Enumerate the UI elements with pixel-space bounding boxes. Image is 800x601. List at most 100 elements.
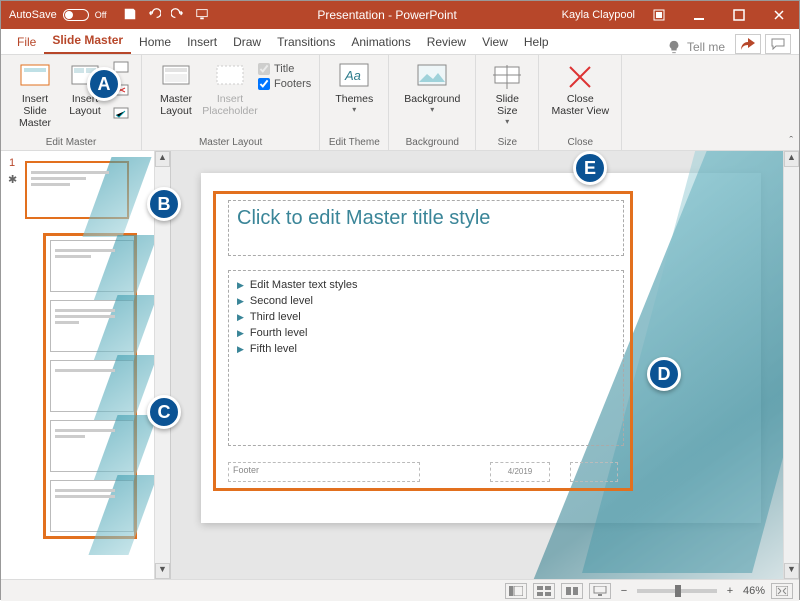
animation-indicator-icon: ✱ bbox=[8, 173, 17, 186]
thumbnails-panel: 1 ✱ ▲ ▼ bbox=[1, 151, 171, 579]
group-label: Edit Theme bbox=[328, 137, 380, 148]
reading-view-icon[interactable] bbox=[561, 583, 583, 599]
scroll-up-icon[interactable]: ▲ bbox=[155, 151, 170, 167]
save-icon[interactable] bbox=[123, 7, 137, 24]
slide-master-icon bbox=[19, 61, 51, 93]
body-placeholder[interactable]: Edit Master text styles Second level Thi… bbox=[228, 270, 624, 446]
ribbon: Insert Slide Master Insert Layout Edit M… bbox=[1, 55, 799, 151]
tab-help[interactable]: Help bbox=[516, 30, 557, 54]
minimize-icon[interactable] bbox=[679, 1, 719, 29]
insert-slide-master-button[interactable]: Insert Slide Master bbox=[9, 59, 61, 129]
slide-number: 1 bbox=[9, 157, 15, 169]
collapse-ribbon-icon[interactable]: ˆ bbox=[789, 135, 793, 147]
fit-to-window-icon[interactable] bbox=[771, 583, 793, 599]
group-label: Edit Master bbox=[9, 137, 133, 148]
tab-home[interactable]: Home bbox=[131, 30, 179, 54]
close-master-view-button[interactable]: Close Master View bbox=[547, 59, 613, 117]
scroll-down-icon[interactable]: ▼ bbox=[155, 563, 170, 579]
tab-insert[interactable]: Insert bbox=[179, 30, 225, 54]
themes-icon: Aa bbox=[338, 61, 370, 93]
zoom-out-button[interactable]: − bbox=[617, 585, 631, 597]
callout-badge-b: B bbox=[147, 187, 181, 221]
group-label: Size bbox=[484, 137, 530, 148]
quick-access-toolbar bbox=[115, 7, 217, 24]
close-master-icon bbox=[564, 61, 596, 93]
user-name[interactable]: Kayla Claypool bbox=[558, 9, 639, 21]
tab-file[interactable]: File bbox=[9, 30, 44, 54]
comments-button[interactable] bbox=[765, 34, 791, 54]
tab-transitions[interactable]: Transitions bbox=[269, 30, 343, 54]
callout-badge-c: C bbox=[147, 395, 181, 429]
placeholder-icon bbox=[214, 61, 246, 93]
autosave-toggle[interactable]: AutoSave Off bbox=[1, 9, 115, 21]
tab-slide-master[interactable]: Slide Master bbox=[44, 28, 131, 54]
slide-size-icon bbox=[491, 61, 523, 93]
workspace: 1 ✱ ▲ ▼ bbox=[1, 151, 799, 579]
share-button[interactable] bbox=[735, 34, 761, 54]
slide-sorter-view-icon[interactable] bbox=[533, 583, 555, 599]
zoom-percent[interactable]: 46% bbox=[743, 585, 765, 597]
layout-thumbnail[interactable] bbox=[50, 480, 134, 532]
ribbon-options-icon[interactable] bbox=[639, 1, 679, 29]
title-placeholder[interactable]: Click to edit Master title style bbox=[228, 200, 624, 256]
ribbon-tabs: File Slide Master Home Insert Draw Trans… bbox=[1, 29, 799, 55]
master-layout-button[interactable]: Master Layout bbox=[150, 59, 202, 117]
master-thumbnail[interactable] bbox=[25, 161, 129, 219]
background-button[interactable]: Background ▾ bbox=[397, 59, 467, 114]
group-background: Background ▾ Background bbox=[389, 55, 476, 150]
layout-thumbnails-group bbox=[43, 233, 137, 539]
chevron-down-icon: ▾ bbox=[352, 105, 356, 114]
group-size: Slide Size ▾ Size bbox=[476, 55, 539, 150]
group-master-layout: Master Layout Insert Placeholder Title F… bbox=[142, 55, 320, 150]
maximize-icon[interactable] bbox=[719, 1, 759, 29]
status-bar: − + 46% bbox=[1, 579, 799, 601]
layout-thumbnail[interactable] bbox=[50, 360, 134, 412]
zoom-slider[interactable] bbox=[637, 589, 717, 593]
undo-icon[interactable] bbox=[147, 7, 161, 24]
redo-icon[interactable] bbox=[171, 7, 185, 24]
themes-button[interactable]: Aa Themes ▾ bbox=[328, 59, 380, 114]
toggle-icon bbox=[63, 9, 89, 21]
group-edit-master: Insert Slide Master Insert Layout Edit M… bbox=[1, 55, 142, 150]
slide-size-button[interactable]: Slide Size ▾ bbox=[484, 59, 530, 126]
preserve-icon[interactable] bbox=[113, 107, 131, 128]
close-icon[interactable] bbox=[759, 1, 799, 29]
group-edit-theme: Aa Themes ▾ Edit Theme bbox=[320, 55, 389, 150]
canvas-scrollbar[interactable]: ▲ ▼ bbox=[783, 151, 799, 579]
callout-badge-e: E bbox=[573, 151, 607, 185]
group-close: Close Master View Close bbox=[539, 55, 622, 150]
date-placeholder[interactable]: 4/2019 bbox=[490, 462, 550, 482]
chevron-down-icon: ▾ bbox=[430, 105, 434, 114]
slide-canvas-area: Click to edit Master title style Edit Ma… bbox=[171, 151, 799, 579]
content-selection-frame: Click to edit Master title style Edit Ma… bbox=[213, 191, 633, 491]
callout-badge-a: A bbox=[87, 67, 121, 101]
slide-master-canvas[interactable]: Click to edit Master title style Edit Ma… bbox=[201, 173, 761, 523]
group-label: Master Layout bbox=[150, 137, 311, 148]
layout-thumbnail[interactable] bbox=[50, 420, 134, 472]
footer-placeholder[interactable]: Footer bbox=[228, 462, 420, 482]
normal-view-icon[interactable] bbox=[505, 583, 527, 599]
tab-animations[interactable]: Animations bbox=[343, 30, 418, 54]
tab-review[interactable]: Review bbox=[419, 30, 474, 54]
group-label: Background bbox=[397, 137, 467, 148]
layout-thumbnail[interactable] bbox=[50, 240, 134, 292]
tab-draw[interactable]: Draw bbox=[225, 30, 269, 54]
footers-checkbox[interactable]: Footers bbox=[258, 78, 311, 90]
scroll-up-icon[interactable]: ▲ bbox=[784, 151, 799, 167]
zoom-in-button[interactable]: + bbox=[723, 585, 737, 597]
tab-view[interactable]: View bbox=[474, 30, 516, 54]
slideshow-view-icon[interactable] bbox=[589, 583, 611, 599]
svg-text:Aa: Aa bbox=[344, 68, 361, 83]
title-checkbox[interactable]: Title bbox=[258, 63, 311, 75]
autosave-state: Off bbox=[95, 10, 107, 20]
group-label: Close bbox=[547, 137, 613, 148]
window-controls bbox=[639, 1, 799, 29]
layout-thumbnail[interactable] bbox=[50, 300, 134, 352]
window-title: Presentation - PowerPoint bbox=[217, 8, 558, 22]
tell-me-search[interactable]: Tell me bbox=[657, 40, 735, 54]
slide-number-placeholder[interactable] bbox=[570, 462, 618, 482]
chevron-down-icon: ▾ bbox=[505, 117, 509, 126]
tell-me-label: Tell me bbox=[687, 40, 725, 54]
scroll-down-icon[interactable]: ▼ bbox=[784, 563, 799, 579]
start-slideshow-icon[interactable] bbox=[195, 7, 209, 24]
